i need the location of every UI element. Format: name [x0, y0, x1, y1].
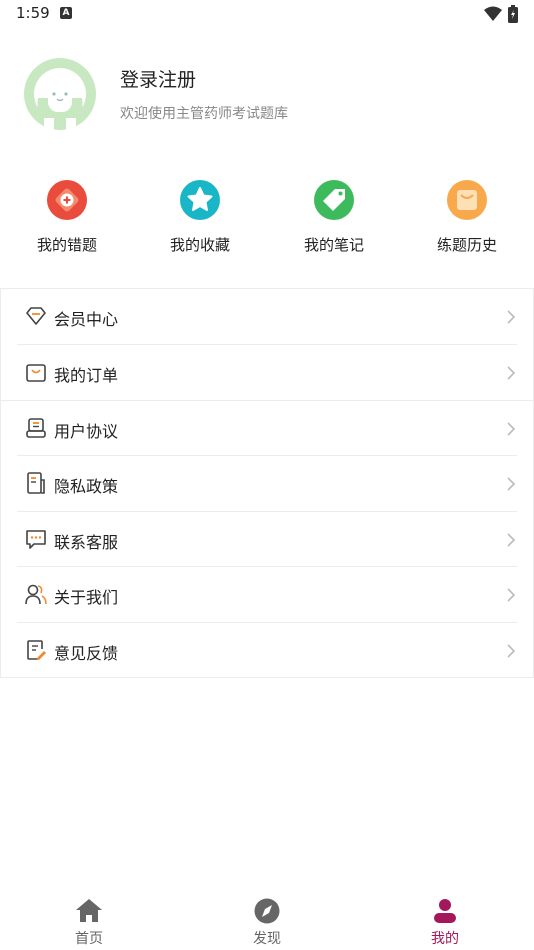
shortcut-notes[interactable]: 我的笔记: [274, 178, 394, 264]
tab-label: 我的: [431, 931, 459, 947]
privacy-book-icon: [27, 472, 45, 494]
wrong-questions-icon: [47, 180, 87, 220]
notification-a-icon: A: [60, 7, 72, 19]
bottom-tab-bar: 首页 发现 我的: [0, 888, 534, 950]
feedback-edit-icon: [27, 640, 46, 660]
tab-label: 发现: [253, 931, 281, 947]
shortcut-label: 我的笔记: [303, 236, 364, 254]
settings-menu: 会员中心 我的订单 用户协议 隐私政策 联系客服 关于我们 意见反馈: [0, 288, 534, 678]
chevron-right-icon: [507, 477, 516, 491]
tab-label: 首页: [75, 931, 103, 947]
notes-tag-icon: [314, 180, 354, 220]
shortcut-label: 我的收藏: [169, 236, 230, 254]
tab-mine[interactable]: 我的: [356, 888, 534, 950]
shortcut-label: 练题历史: [436, 236, 497, 254]
favorites-star-icon: [180, 180, 220, 220]
menu-item-label: 我的订单: [54, 366, 119, 385]
menu-item-label: 联系客服: [54, 533, 119, 552]
shortcut-wrong-questions[interactable]: 我的错题: [7, 178, 127, 264]
home-icon: [76, 899, 102, 922]
menu-item-customer-service[interactable]: 联系客服: [1, 512, 533, 567]
status-time: 1:59: [16, 4, 50, 22]
shortcut-label: 我的错题: [36, 236, 97, 254]
welcome-subtitle: 欢迎使用主管药师考试题库: [120, 106, 288, 122]
people-icon: [25, 584, 47, 605]
tab-discover[interactable]: 发现: [178, 888, 356, 950]
shortcut-favorites[interactable]: 我的收藏: [140, 178, 260, 264]
chevron-right-icon: [507, 366, 516, 380]
chevron-right-icon: [507, 533, 516, 547]
menu-item-about-us[interactable]: 关于我们: [1, 567, 533, 622]
chevron-right-icon: [507, 644, 516, 658]
menu-item-my-orders[interactable]: 我的订单: [1, 345, 533, 400]
menu-item-privacy-policy[interactable]: 隐私政策: [1, 456, 533, 511]
chevron-right-icon: [507, 422, 516, 436]
agreement-icon: [26, 418, 46, 438]
status-bar: 1:59 A: [0, 0, 534, 28]
menu-item-label: 关于我们: [54, 588, 119, 607]
chevron-right-icon: [507, 310, 516, 324]
menu-item-feedback[interactable]: 意见反馈: [1, 623, 533, 678]
menu-item-label: 用户协议: [54, 422, 119, 441]
profile-icon: [434, 899, 456, 923]
shortcut-practice-history[interactable]: 练题历史: [407, 178, 527, 264]
menu-item-label: 会员中心: [54, 310, 119, 329]
chat-bubble-icon: [26, 530, 46, 549]
menu-item-label: 意见反馈: [54, 644, 119, 663]
compass-icon: [254, 898, 280, 924]
menu-item-user-agreement[interactable]: 用户协议: [1, 401, 533, 456]
diamond-icon: [26, 307, 46, 325]
practice-history-bag-icon: [447, 180, 487, 220]
chevron-right-icon: [507, 588, 516, 602]
shortcut-row: 我的错题 我的收藏 我的笔记 练题历史: [0, 178, 534, 264]
login-register-title[interactable]: 登录注册: [120, 65, 196, 92]
shopping-bag-icon: [26, 364, 46, 382]
wifi-icon: [484, 6, 502, 21]
avatar-icon[interactable]: [24, 58, 96, 130]
menu-item-label: 隐私政策: [54, 477, 119, 496]
profile-header[interactable]: 登录注册 欢迎使用主管药师考试题库: [0, 52, 534, 132]
tab-home[interactable]: 首页: [0, 888, 178, 950]
menu-item-member-center[interactable]: 会员中心: [1, 289, 533, 344]
battery-icon: [508, 5, 518, 23]
